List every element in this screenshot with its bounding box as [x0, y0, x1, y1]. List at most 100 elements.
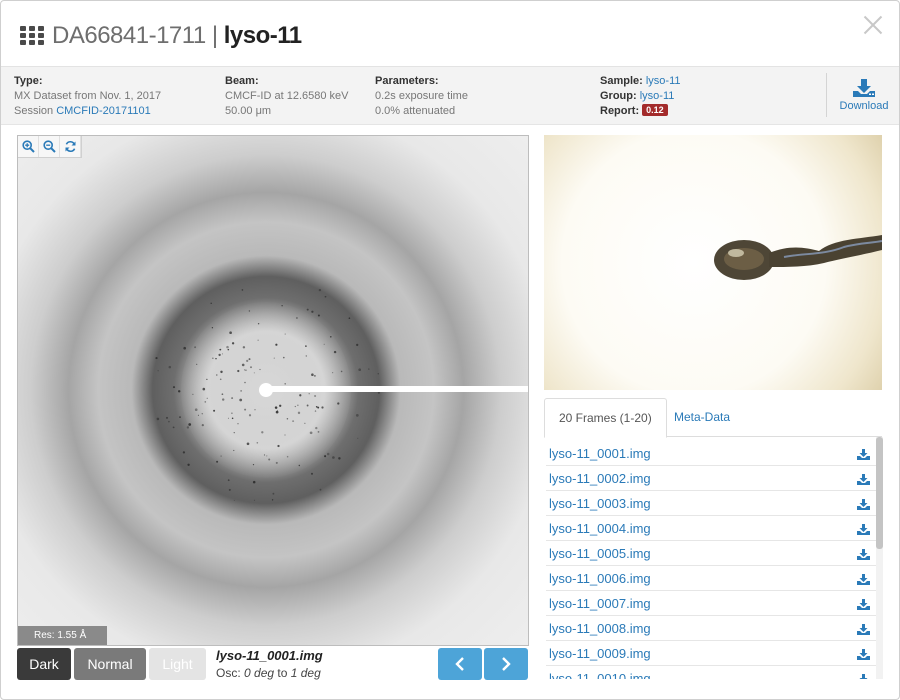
frame-row: lyso-11_0007.img — [546, 591, 876, 616]
report-label: Report: — [600, 105, 640, 117]
diffraction-spot — [253, 499, 255, 501]
diffraction-spot — [253, 372, 255, 374]
diffraction-spot — [309, 431, 313, 435]
download-icon[interactable] — [857, 497, 870, 515]
reset-zoom-button[interactable] — [60, 136, 81, 157]
diffraction-spot — [248, 358, 251, 361]
frame-link[interactable]: lyso-11_0007.img — [549, 596, 651, 611]
diffraction-spot — [324, 455, 327, 458]
diffraction-spot — [210, 302, 212, 305]
diffraction-spot — [277, 444, 280, 448]
light-mode-button[interactable]: Light — [149, 648, 206, 680]
sample-link[interactable]: lyso-11 — [646, 75, 681, 87]
diffraction-spot — [206, 397, 208, 399]
frame-list-scrollbar[interactable] — [876, 437, 883, 679]
download-icon[interactable] — [857, 447, 870, 465]
group-link[interactable]: lyso-11 — [640, 90, 675, 102]
diffraction-spot — [219, 378, 222, 381]
zoom-out-button[interactable] — [39, 136, 60, 157]
diffraction-spot — [275, 461, 278, 464]
frame-row: lyso-11_0002.img — [546, 466, 876, 491]
download-icon[interactable] — [857, 522, 870, 540]
diffraction-spot — [279, 404, 282, 407]
diffraction-spot — [286, 455, 289, 458]
diffraction-spot — [272, 492, 275, 495]
normal-mode-button[interactable]: Normal — [74, 648, 146, 680]
diffraction-spot — [221, 353, 224, 355]
download-icon[interactable] — [857, 647, 870, 665]
frame-link[interactable]: lyso-11_0008.img — [549, 621, 651, 636]
zoom-in-button[interactable] — [18, 136, 39, 157]
resolution-label: Res: 1.55 Å — [18, 626, 107, 645]
frame-link[interactable]: lyso-11_0009.img — [549, 646, 651, 661]
frame-list[interactable]: lyso-11_0001.img lyso-11_0002.img lyso-11_… — [546, 441, 876, 679]
diffraction-spot — [274, 406, 278, 409]
diffraction-spot — [306, 404, 309, 407]
download-icon[interactable] — [857, 547, 870, 565]
next-frame-button[interactable] — [484, 648, 528, 680]
diffraction-spot — [284, 383, 286, 385]
frame-link[interactable]: lyso-11_0002.img — [549, 471, 651, 486]
diffraction-spot — [332, 456, 335, 459]
diffraction-spot — [297, 411, 301, 415]
diffraction-spot — [306, 308, 309, 311]
frame-link[interactable]: lyso-11_0010.img — [549, 671, 651, 679]
beam-energy: CMCF-ID at 12.6580 keV — [225, 90, 349, 102]
close-icon[interactable] — [861, 13, 885, 37]
modal-header: DA66841-1711 | lyso-11 — [1, 1, 899, 67]
diffraction-spot — [227, 479, 230, 482]
download-icon[interactable] — [857, 572, 870, 590]
diffraction-spot — [229, 331, 232, 335]
diffraction-spot — [241, 363, 245, 367]
chevron-left-icon — [455, 657, 464, 671]
diffraction-spot — [243, 369, 246, 371]
dark-mode-button[interactable]: Dark — [17, 648, 71, 680]
diffraction-spot — [315, 405, 318, 408]
diffraction-spot — [294, 405, 296, 408]
report-badge[interactable]: 0.12 — [642, 104, 668, 116]
osc-start: 0 deg — [244, 666, 275, 680]
download-icon[interactable] — [857, 672, 870, 679]
diffraction-spot — [211, 327, 214, 329]
diffraction-spot — [172, 426, 175, 429]
frame-link[interactable]: lyso-11_0001.img — [549, 446, 651, 461]
diffraction-spot — [188, 423, 192, 426]
diffraction-viewer[interactable]: Res: 1.55 Å — [17, 135, 529, 646]
frame-link[interactable]: lyso-11_0004.img — [549, 521, 651, 536]
diffraction-spot — [257, 322, 260, 325]
diffraction-spot — [242, 346, 246, 349]
frame-link[interactable]: lyso-11_0003.img — [549, 496, 651, 511]
download-icon[interactable] — [857, 597, 870, 615]
frame-link[interactable]: lyso-11_0006.img — [549, 571, 651, 586]
tab-meta-data[interactable]: Meta-Data — [660, 398, 744, 437]
title-separator: | — [211, 22, 218, 49]
beam-label: Beam: — [225, 75, 259, 87]
diffraction-spot — [233, 449, 235, 452]
diffraction-spot — [297, 404, 299, 406]
diffraction-spot — [257, 339, 259, 341]
diffraction-spot — [220, 455, 222, 457]
diffraction-spot — [338, 457, 341, 460]
download-icon[interactable] — [857, 472, 870, 490]
diffraction-spot — [240, 390, 242, 392]
diffraction-spot — [281, 305, 283, 307]
diffraction-spot — [276, 409, 279, 412]
oscillation-info: Osc: 0 deg to 1 deg — [216, 666, 321, 680]
diffraction-spot — [226, 345, 229, 349]
attenuation: 0.0% attenuated — [375, 105, 456, 117]
diffraction-spot — [239, 398, 243, 402]
previous-frame-button[interactable] — [438, 648, 482, 680]
info-beam: Beam: CMCF-ID at 12.6580 keV 50.00 μm — [225, 74, 349, 119]
parameters-label: Parameters: — [375, 75, 439, 87]
diffraction-spot — [237, 422, 239, 425]
download-button[interactable]: Download — [837, 79, 891, 115]
download-icon[interactable] — [857, 622, 870, 640]
diffraction-spot — [250, 366, 252, 369]
session-link[interactable]: CMCFID-20171101 — [56, 105, 151, 117]
frame-row: lyso-11_0001.img — [546, 441, 876, 466]
tab-frames[interactable]: 20 Frames (1-20) — [544, 398, 667, 438]
scrollbar-thumb[interactable] — [876, 437, 883, 549]
zoom-toolbar — [18, 136, 82, 158]
sample-name: lyso-11 — [223, 22, 302, 49]
frame-link[interactable]: lyso-11_0005.img — [549, 546, 651, 561]
